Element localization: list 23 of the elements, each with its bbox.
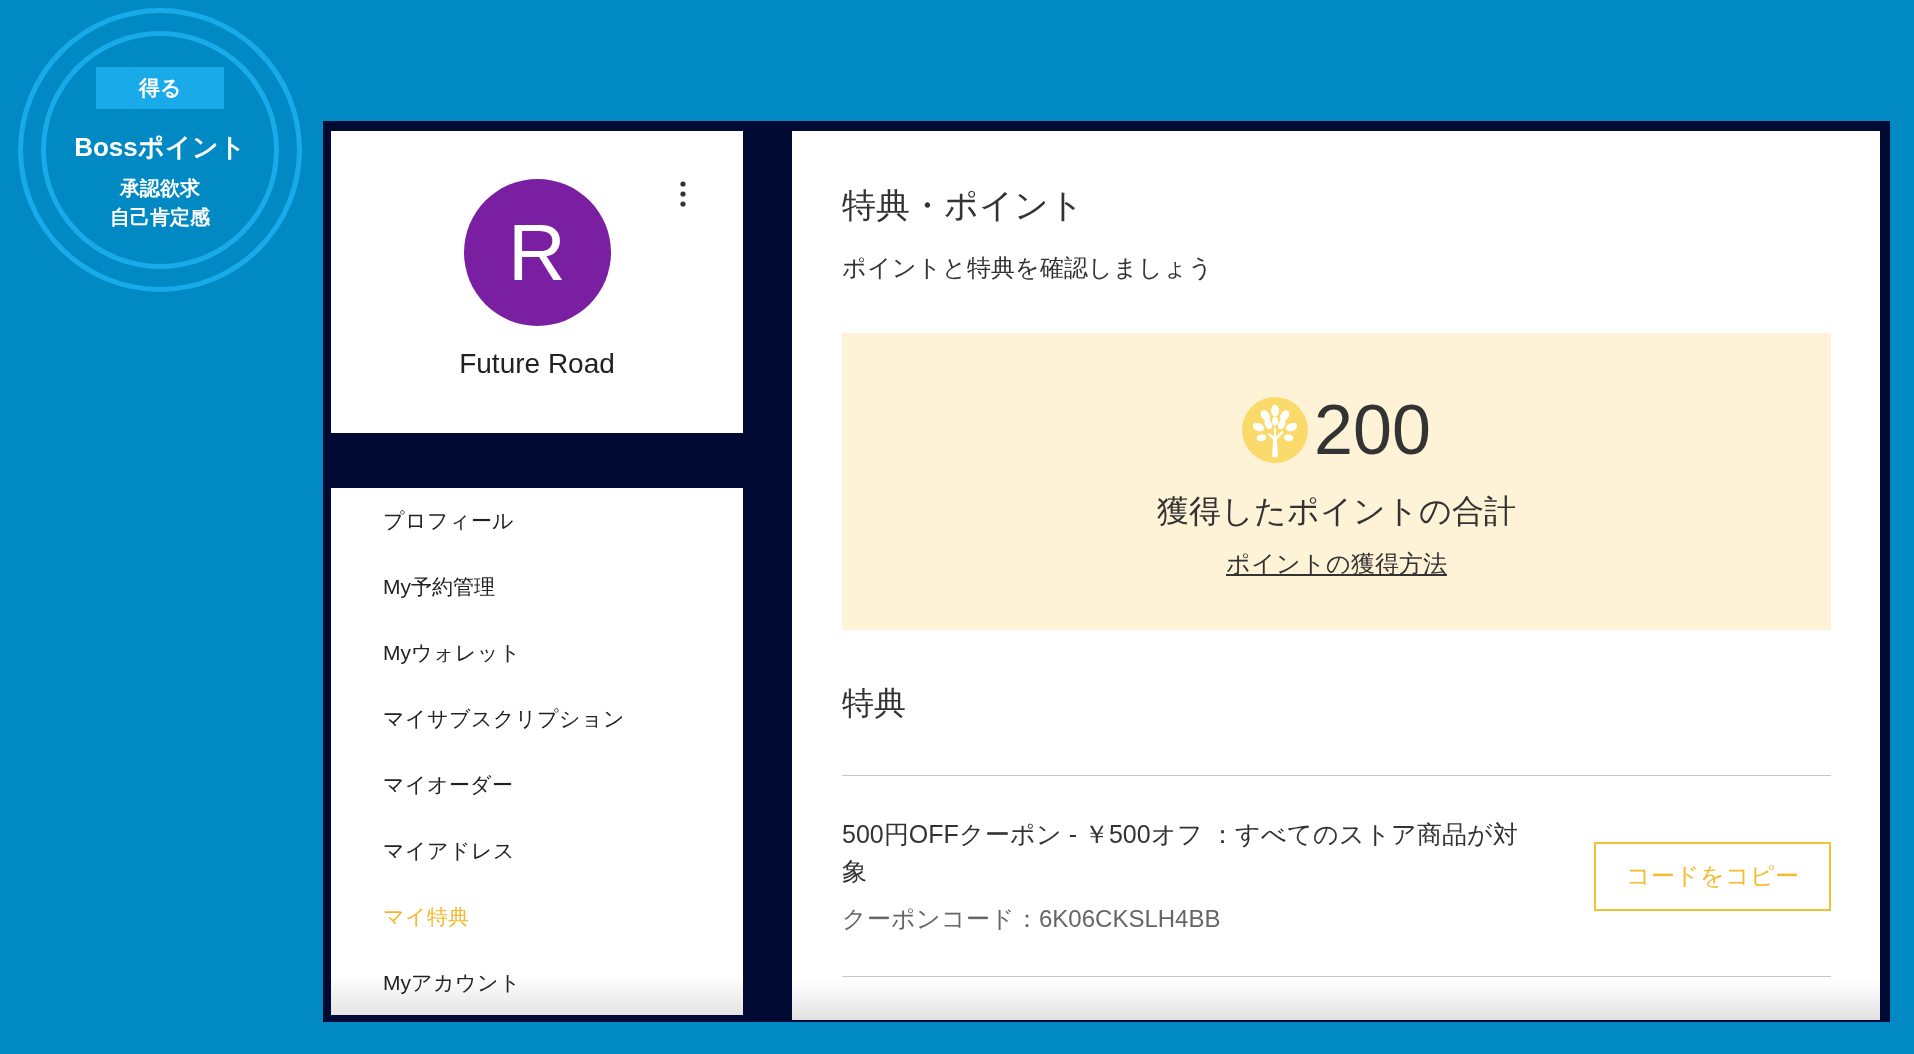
sidebar-item[interactable]: マイアドレス <box>383 818 743 884</box>
coupon-code: クーポンコード：6K06CKSLH4BB <box>842 904 1222 934</box>
sidebar-item[interactable]: マイオーダー <box>383 752 743 818</box>
sidebar-item[interactable]: マイサブスクリプション <box>383 686 743 752</box>
sidebar-item[interactable]: プロフィール <box>383 488 743 554</box>
points-caption: 獲得したポイントの合計 <box>1157 492 1516 531</box>
sidebar-item[interactable]: Myウォレット <box>383 620 743 686</box>
coupon-title: 500円OFFクーポン - ￥500オフ ：すべてのストア商品が対象 <box>842 819 1519 887</box>
sidebar-item[interactable]: Myアカウント <box>383 950 743 1016</box>
points-help-link[interactable]: ポイントの獲得方法 <box>1226 548 1447 580</box>
section-title: 特典 <box>842 684 907 723</box>
tree-coin-icon <box>1242 397 1309 463</box>
badge-title: Bossポイント <box>74 131 246 164</box>
badge-line: 承認欲求 <box>120 176 200 201</box>
badge-line: 自己肯定感 <box>110 205 210 230</box>
avatar: R <box>463 179 611 326</box>
points-total: 200 <box>1314 390 1431 470</box>
kebab-menu-icon[interactable] <box>680 181 686 207</box>
sidebar-item[interactable]: My予約管理 <box>383 554 743 620</box>
page-title: 特典・ポイント <box>842 185 1085 226</box>
earn-tag: 得る <box>96 67 224 109</box>
profile-name: Future Road <box>459 347 615 381</box>
page-subtitle: ポイントと特典を確認しましょう <box>842 253 1214 283</box>
